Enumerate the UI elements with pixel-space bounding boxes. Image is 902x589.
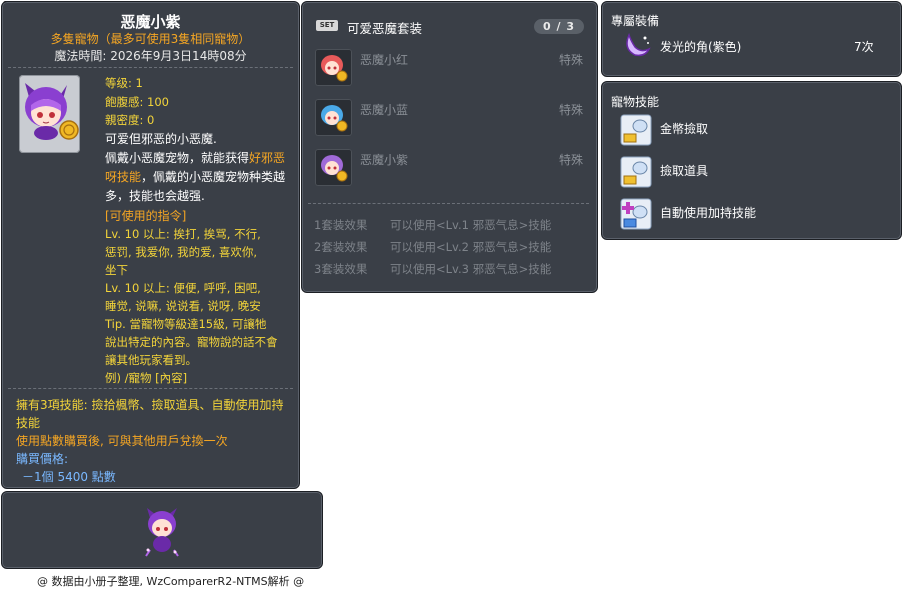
exclusive-equip-panel: 專屬裝備 发光的角(紫色) 7次 <box>601 1 902 77</box>
stat-fullness: 飽腹感: 100 <box>105 95 169 109</box>
item-pickup-skill-icon <box>620 156 652 188</box>
command-list: Lv. 10 以上: 挨打, 挨骂, 不行, 惩罚, 我爱你, 我的爱, 喜欢你… <box>105 227 261 313</box>
auto-buff-skill-icon <box>620 198 652 230</box>
coin-pickup-skill-icon <box>620 114 652 146</box>
exchange-note: 使用點數購買後, 可與其他用戶兌換一次 <box>16 434 228 448</box>
set-title: 可爱恶魔套装 <box>347 21 423 36</box>
command-header: [可使用的指令] <box>105 209 187 223</box>
exclusive-header: 專屬裝備 <box>611 14 660 28</box>
set-item-purple-icon <box>315 149 352 186</box>
set-effect-label: 3套装效果 <box>314 262 368 276</box>
price-value: －1個 5400 點數 <box>22 470 116 484</box>
magic-time: 魔法時間: 2026年9月3日14時08分 <box>54 49 247 63</box>
pet-character-icon <box>25 83 79 140</box>
skill-name: 撿取道具 <box>660 164 709 178</box>
divider <box>8 388 293 389</box>
item-description: 可爱但邪恶的小恶魔. 佩戴小恶魔宠物，就能获得好邪恶 呀技能，佩戴的小恶魔宠物种… <box>105 132 286 203</box>
set-badge: SET <box>316 20 338 31</box>
glowing-horn-icon <box>626 32 651 57</box>
stat-level: 等级: 1 <box>105 76 143 90</box>
set-item-type: 特殊 <box>559 153 584 167</box>
item-tooltip-panel: 恶魔小紫 多隻寵物（最多可使用3隻相同寵物） 魔法時間: 2026年9月3日14… <box>1 1 300 489</box>
set-panel: SET 可爱恶魔套装 0 / 3 恶魔小红 特殊 恶魔小蓝 特殊 恶魔小紫 特殊… <box>301 1 598 293</box>
skill-name: 自動使用加持技能 <box>660 206 757 220</box>
item-name: 恶魔小紫 <box>120 13 181 31</box>
price-label: 購買價格: <box>16 452 69 466</box>
set-item-type: 特殊 <box>559 53 584 67</box>
divider <box>308 203 589 204</box>
set-effect-text: 可以使用<Lv.2 邪恶气息>技能 <box>390 240 552 254</box>
footer-credit: @ 数据由小册子整理, WzComparerR2-NTMS解析 @ <box>37 575 305 588</box>
set-effect-text: 可以使用<Lv.1 邪恶气息>技能 <box>390 218 552 232</box>
exclusive-item-name: 发光的角(紫色) <box>660 40 742 54</box>
skill-name: 金幣撿取 <box>660 122 709 136</box>
tip-text: Tip. 當寵物等級達15級, 可讓牠 說出特定的內容。寵物說的話不會 讓其他玩… <box>105 317 278 385</box>
item-subtitle: 多隻寵物（最多可使用3隻相同寵物） <box>50 32 251 46</box>
set-effect-text: 可以使用<Lv.3 邪恶气息>技能 <box>390 262 552 276</box>
skills-summary: 擁有3項技能: 撿拾楓幣、撿取道具、自動使用加持 技能 <box>16 398 284 430</box>
pet-sprite-icon <box>145 508 179 557</box>
set-item-name: 恶魔小紫 <box>360 153 409 167</box>
set-item-name: 恶魔小红 <box>360 53 409 67</box>
divider <box>8 67 293 68</box>
pet-icon-frame <box>19 75 80 153</box>
pet-skills-header: 寵物技能 <box>611 95 660 109</box>
set-effect-label: 1套装效果 <box>314 218 368 232</box>
set-item-name: 恶魔小蓝 <box>360 103 409 117</box>
set-count: 0 / 3 <box>534 19 584 34</box>
set-item-red-icon <box>315 49 352 86</box>
set-item-blue-icon <box>315 99 352 136</box>
set-effect-label: 2套装效果 <box>314 240 368 254</box>
set-item-type: 特殊 <box>559 103 584 117</box>
stat-intimacy: 親密度: 0 <box>105 113 155 127</box>
exclusive-item-count: 7次 <box>854 40 874 54</box>
pet-preview-panel <box>1 491 323 569</box>
pet-skills-panel: 寵物技能 金幣撿取 撿取道具 自動使用加持技能 <box>601 81 902 240</box>
